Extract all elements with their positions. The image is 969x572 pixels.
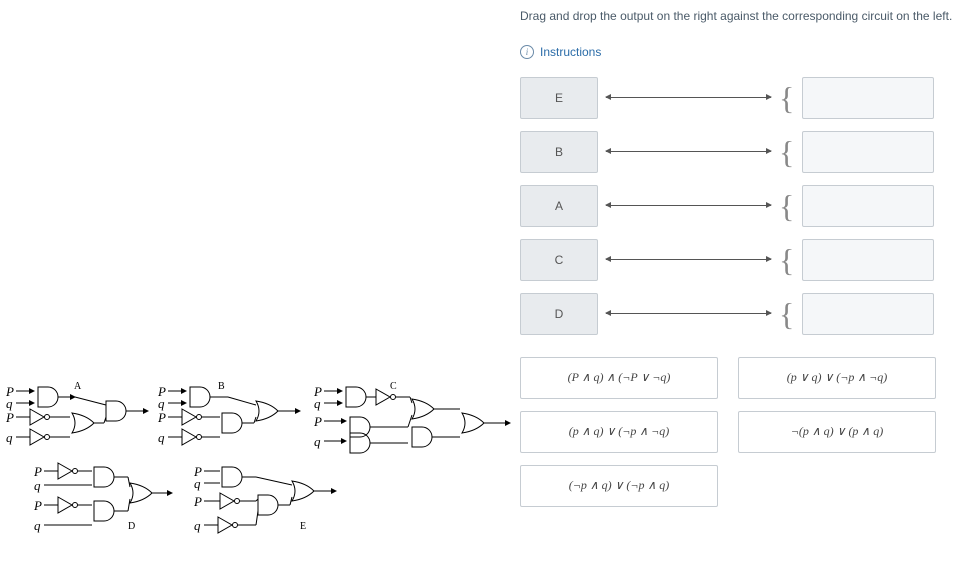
brace-icon: {	[779, 293, 794, 335]
match-source-d[interactable]: D	[520, 293, 598, 335]
var-p: P	[34, 498, 42, 514]
var-q: q	[194, 476, 201, 492]
brace-icon: {	[779, 185, 794, 227]
answer-option[interactable]: ¬(p ∧ q) ∨ (p ∧ q)	[738, 411, 936, 453]
answer-option[interactable]: (p ∧ q) ∨ (¬p ∧ ¬q)	[520, 411, 718, 453]
match-dropzone[interactable]	[802, 77, 934, 119]
answer-option[interactable]: (¬p ∧ q) ∨ (¬p ∧ q)	[520, 465, 718, 507]
match-dropzone[interactable]	[802, 185, 934, 227]
match-row: C {	[520, 239, 969, 281]
circuits-svg	[0, 385, 520, 565]
instructions-label: Instructions	[540, 45, 601, 59]
circuit-diagrams: P q P q A P q P q B P q P q C P q P q D …	[0, 385, 520, 565]
match-line	[606, 259, 771, 260]
var-q: q	[34, 478, 41, 494]
match-dropzone[interactable]	[802, 293, 934, 335]
answer-option[interactable]: (p ∨ q) ∨ (¬p ∧ ¬q)	[738, 357, 936, 399]
var-p: P	[314, 384, 322, 400]
var-p: P	[314, 414, 322, 430]
var-p: P	[158, 384, 166, 400]
var-q: q	[314, 396, 321, 412]
match-row: B {	[520, 131, 969, 173]
var-q: q	[6, 430, 13, 446]
right-panel: Drag and drop the output on the right ag…	[520, 8, 969, 507]
match-dropzone[interactable]	[802, 131, 934, 173]
var-p: P	[194, 464, 202, 480]
circuit-label-a: A	[74, 381, 81, 392]
match-source-c[interactable]: C	[520, 239, 598, 281]
var-p: P	[34, 464, 42, 480]
var-p: P	[194, 494, 202, 510]
question-text: Drag and drop the output on the right ag…	[520, 8, 969, 25]
match-line	[606, 313, 771, 314]
var-q: q	[6, 396, 13, 412]
var-q: q	[158, 396, 165, 412]
match-line	[606, 151, 771, 152]
match-row: E {	[520, 77, 969, 119]
match-row: A {	[520, 185, 969, 227]
var-q: q	[194, 518, 201, 534]
var-q: q	[34, 518, 41, 534]
var-p: P	[158, 410, 166, 426]
brace-icon: {	[779, 239, 794, 281]
match-source-a[interactable]: A	[520, 185, 598, 227]
instructions-toggle[interactable]: i Instructions	[520, 45, 969, 59]
match-line	[606, 97, 771, 98]
match-row: D {	[520, 293, 969, 335]
match-source-e[interactable]: E	[520, 77, 598, 119]
var-p: P	[6, 384, 14, 400]
match-source-b[interactable]: B	[520, 131, 598, 173]
var-p: P	[6, 410, 14, 426]
info-icon: i	[520, 45, 534, 59]
match-line	[606, 205, 771, 206]
circuit-label-c: C	[390, 381, 397, 392]
var-q: q	[314, 434, 321, 450]
answer-bank: (P ∧ q) ∧ (¬P ∨ ¬q) (p ∨ q) ∨ (¬p ∧ ¬q) …	[520, 357, 969, 507]
brace-icon: {	[779, 131, 794, 173]
brace-icon: {	[779, 77, 794, 119]
circuit-label-d: D	[128, 521, 135, 532]
match-dropzone[interactable]	[802, 239, 934, 281]
circuit-label-e: E	[300, 521, 306, 532]
var-q: q	[158, 430, 165, 446]
match-rows: E { B { A { C { D {	[520, 77, 969, 335]
answer-option[interactable]: (P ∧ q) ∧ (¬P ∨ ¬q)	[520, 357, 718, 399]
circuit-label-b: B	[218, 381, 225, 392]
